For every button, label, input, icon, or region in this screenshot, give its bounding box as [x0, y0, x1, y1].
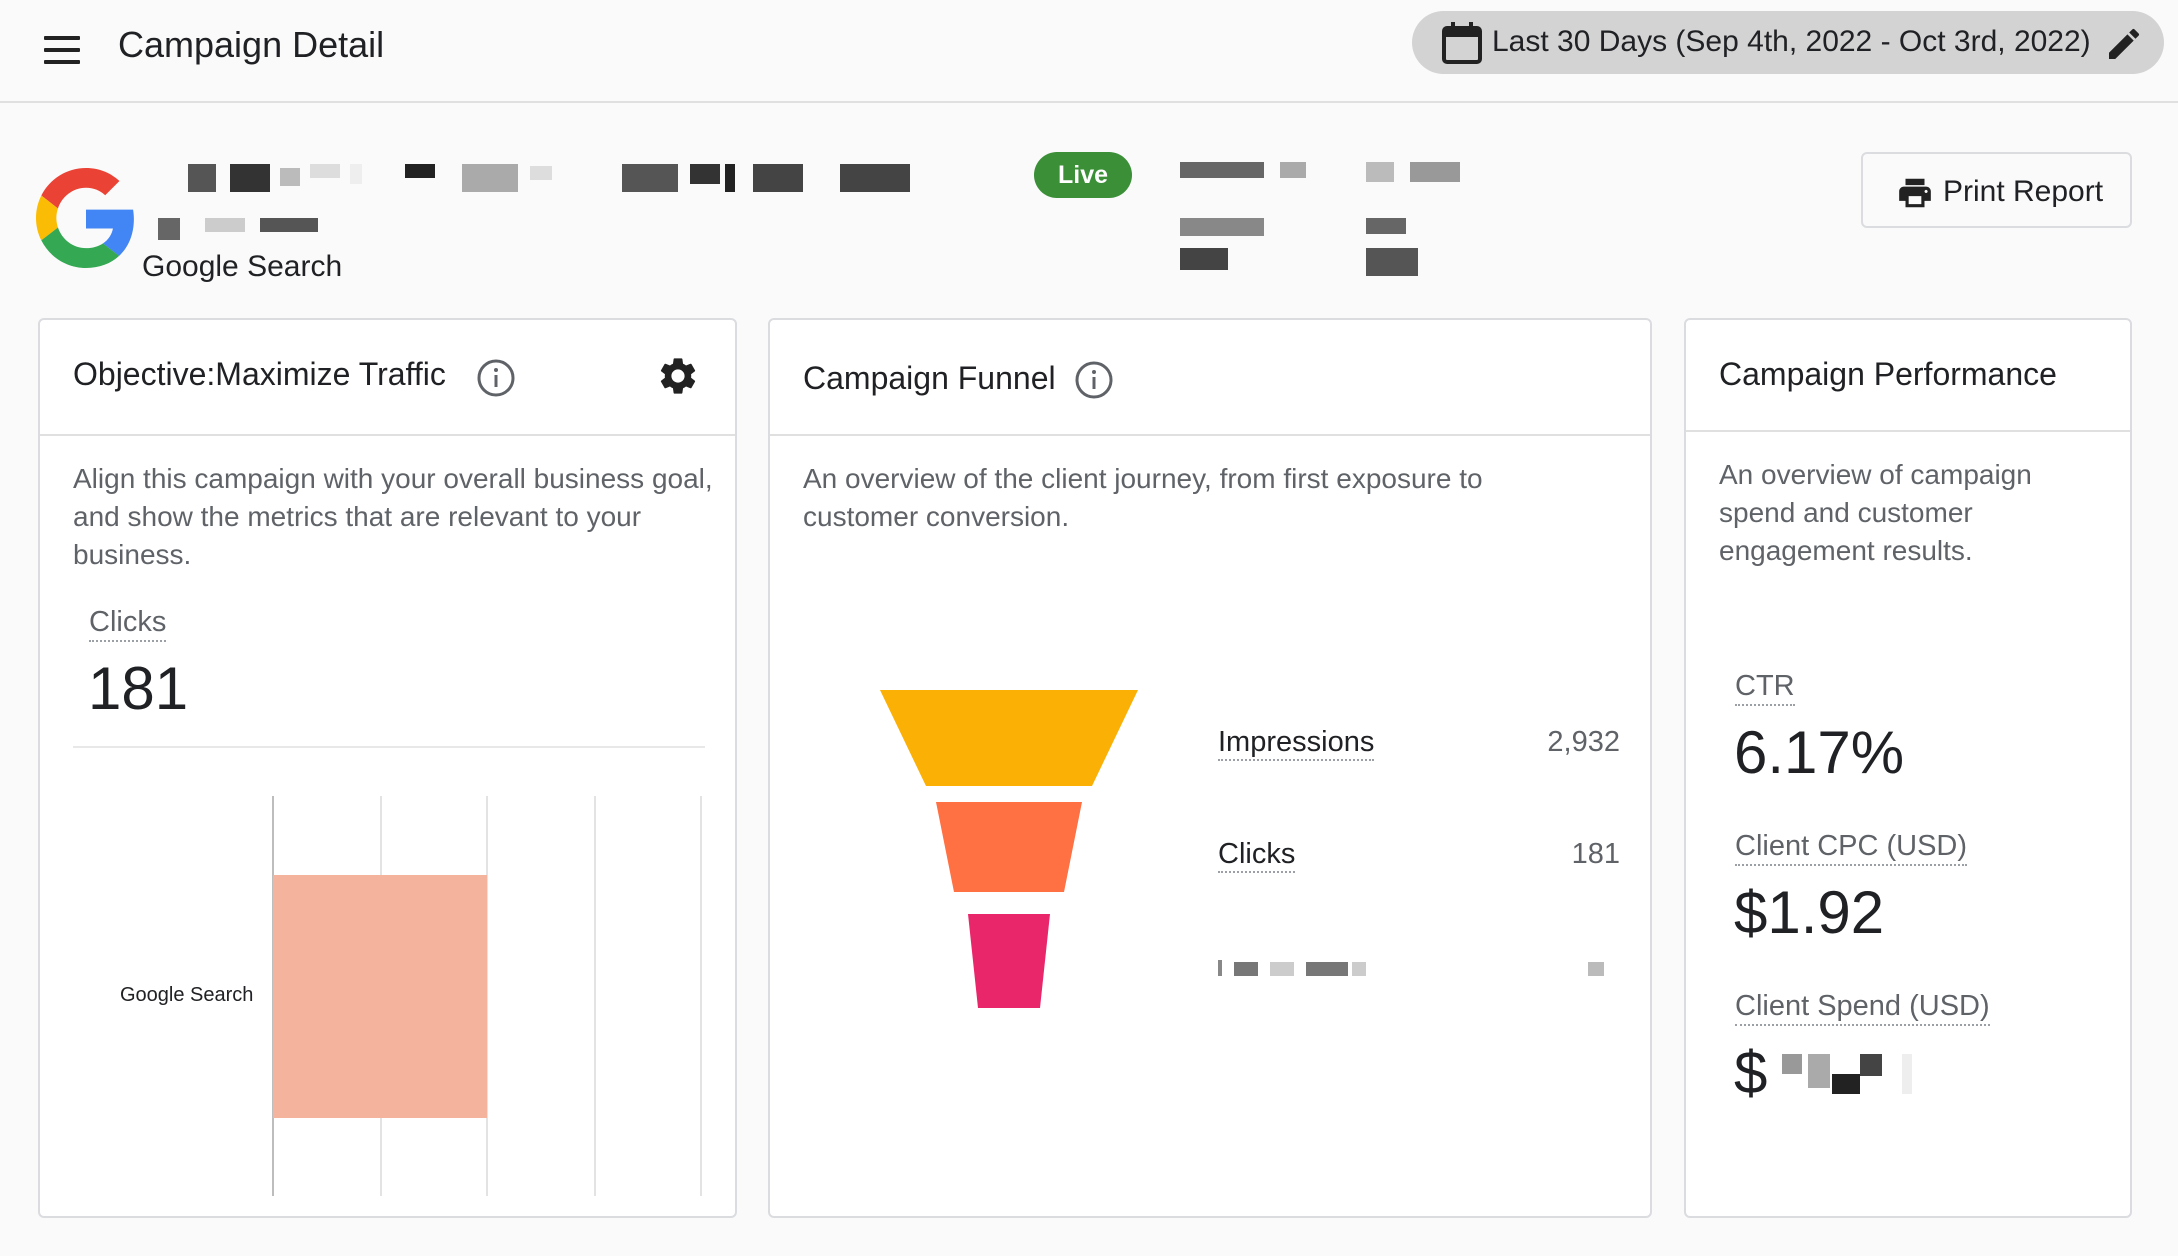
- gridline: [700, 796, 702, 1196]
- funnel-stage-conversions[interactable]: [968, 914, 1050, 1008]
- funnel-label-clicks: Clicks: [1218, 838, 1296, 873]
- chart-bar-google-search[interactable]: [273, 875, 487, 1118]
- gridline: [594, 796, 596, 1196]
- funnel-stage-impressions[interactable]: [880, 690, 1138, 786]
- redacted-campaign-name: [150, 160, 930, 240]
- objective-divider: [73, 746, 705, 748]
- menu-icon[interactable]: [42, 34, 82, 66]
- clicks-value: 181: [88, 655, 189, 722]
- funnel-label-impressions: Impressions: [1218, 726, 1375, 761]
- campaign-performance-card: Campaign Performance An overview of camp…: [1684, 318, 2132, 1218]
- client-spend-label: Client Spend (USD): [1735, 990, 1990, 1026]
- gear-icon[interactable]: [656, 354, 700, 398]
- funnel-value-clicks: 181: [1571, 838, 1620, 870]
- ctr-label: CTR: [1735, 670, 1795, 706]
- objective-card-header: Objective:Maximize Traffic: [40, 320, 735, 436]
- performance-description: An overview of campaign spend and custom…: [1719, 459, 2032, 566]
- objective-card-title: Objective:Maximize Traffic: [73, 356, 446, 392]
- status-badge: Live: [1034, 152, 1132, 198]
- print-report-label: Print Report: [1943, 175, 2104, 208]
- campaign-source-label: Google Search: [142, 250, 343, 283]
- funnel-graphic: [880, 690, 1138, 1008]
- clicks-label: Clicks: [89, 606, 167, 642]
- printer-icon: [1899, 178, 1931, 208]
- client-spend-value: $: [1734, 1039, 1768, 1106]
- objective-description: Align this campaign with your overall bu…: [73, 463, 713, 570]
- edit-pencil-icon[interactable]: [2104, 24, 2144, 64]
- top-app-bar: Campaign Detail Last 30 Days (Sep 4th, 2…: [0, 0, 2178, 103]
- chart-category-label: Google Search: [120, 984, 254, 1006]
- client-cpc-label: Client CPC (USD): [1735, 830, 1968, 866]
- ctr-value: 6.17%: [1734, 719, 1905, 786]
- performance-card-header: Campaign Performance: [1686, 320, 2130, 432]
- funnel-value-impressions: 2,932: [1547, 726, 1620, 758]
- client-cpc-value: $1.92: [1734, 879, 1885, 946]
- funnel-description: An overview of the client journey, from …: [803, 463, 1483, 532]
- funnel-card-header: Campaign Funnel: [770, 320, 1650, 436]
- performance-card-title: Campaign Performance: [1719, 356, 2057, 392]
- google-logo: [36, 168, 134, 268]
- redacted-client-spend: [1782, 1050, 1942, 1110]
- campaign-funnel-card: Campaign Funnel An overview of the clien…: [768, 318, 1652, 1218]
- objective-card: Objective:Maximize Traffic Align this ca…: [38, 318, 737, 1218]
- funnel-card-title: Campaign Funnel: [803, 360, 1056, 396]
- redacted-campaign-meta: [1180, 160, 1490, 280]
- info-icon[interactable]: [1074, 360, 1114, 400]
- page-title: Campaign Detail: [118, 24, 385, 65]
- redacted-funnel-stage-3: [1218, 960, 1618, 980]
- date-range-label: Last 30 Days (Sep 4th, 2022 - Oct 3rd, 2…: [1492, 25, 2091, 58]
- funnel-stage-clicks[interactable]: [936, 802, 1082, 892]
- calendar-icon: [1442, 22, 1482, 64]
- info-icon[interactable]: [476, 358, 516, 398]
- print-report-button[interactable]: Print Report: [1861, 152, 2132, 228]
- date-range-picker[interactable]: Last 30 Days (Sep 4th, 2022 - Oct 3rd, 2…: [1412, 11, 2164, 74]
